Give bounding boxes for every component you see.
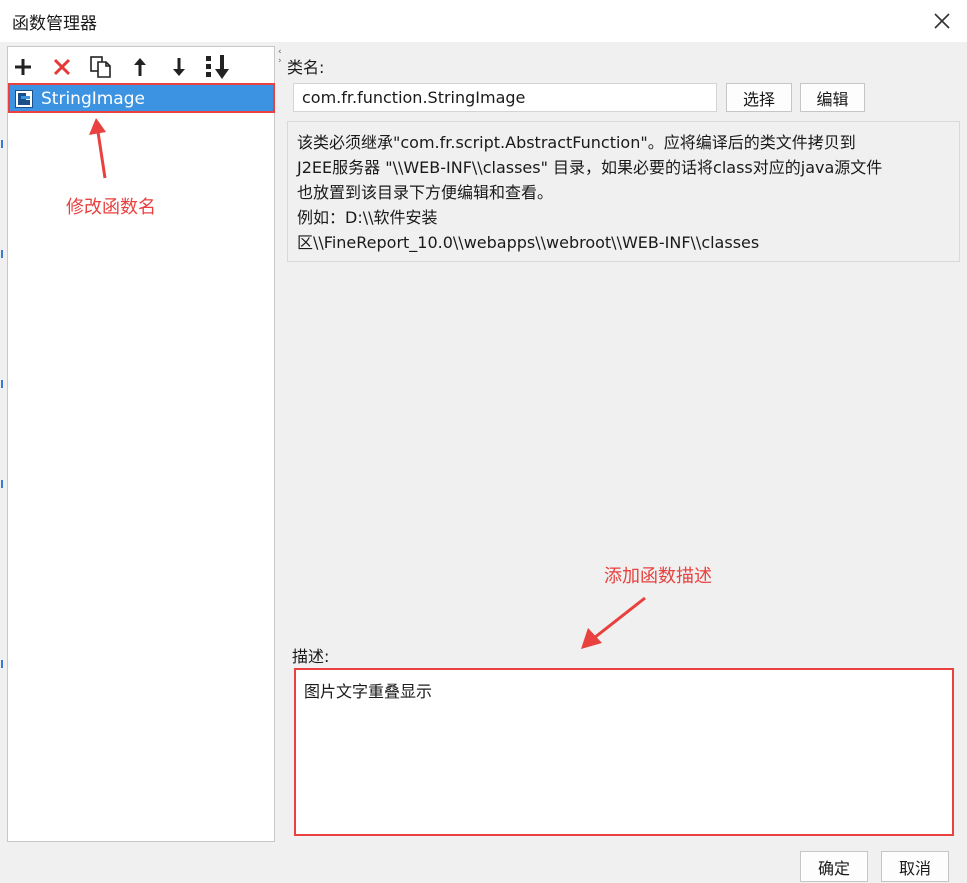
info-line: J2EE服务器 "\\WEB-INF\\classes" 目录，如果必要的话将c… <box>297 158 883 177</box>
tree-item-stringimage[interactable]: StringImage <box>10 85 274 112</box>
info-line: 该类必须继承"com.fr.script.AbstractFunction"。应… <box>297 133 856 152</box>
info-line: 区\\FineReport_10.0\\webapps\\webroot\\WE… <box>297 233 760 252</box>
move-up-button[interactable] <box>125 53 155 81</box>
sort-button[interactable] <box>203 53 233 81</box>
info-line: 例如：D:\\软件安装 <box>297 208 438 227</box>
delete-icon <box>53 58 71 76</box>
cancel-button[interactable]: 取消 <box>881 851 949 882</box>
info-line: 也放置到该目录下方便编辑和查看。 <box>297 183 554 202</box>
description-textarea[interactable]: 图片文字重叠显示 <box>294 668 954 836</box>
class-name-value: com.fr.function.StringImage <box>302 88 526 107</box>
title-bar: 函数管理器 <box>0 0 967 42</box>
select-class-button[interactable]: 选择 <box>726 83 792 112</box>
copy-function-button[interactable] <box>86 53 116 81</box>
ok-button[interactable]: 确定 <box>800 851 868 882</box>
window-title: 函数管理器 <box>12 14 97 34</box>
delete-function-button[interactable] <box>47 53 77 81</box>
annotation-add-description: 添加函数描述 <box>604 566 712 587</box>
annotation-rename: 修改函数名 <box>66 197 156 218</box>
class-info-text: 该类必须继承"com.fr.script.AbstractFunction"。应… <box>287 121 960 262</box>
function-list-panel <box>7 46 275 842</box>
sort-icon <box>206 55 229 79</box>
description-label: 描述: <box>292 647 330 666</box>
splitter-grip-icon: ‹ › <box>278 47 282 66</box>
close-icon <box>934 13 950 29</box>
tree-item-label: StringImage <box>41 88 145 109</box>
arrow-down-icon <box>173 58 185 76</box>
panel-splitter[interactable]: ‹ › <box>276 46 284 842</box>
function-file-icon <box>15 89 33 108</box>
add-function-button[interactable] <box>8 53 38 81</box>
plus-icon <box>15 59 31 75</box>
function-toolbar <box>8 52 242 82</box>
arrow-up-icon <box>134 58 146 76</box>
class-name-label: 类名: <box>287 58 325 77</box>
class-name-input[interactable]: com.fr.function.StringImage <box>293 83 717 112</box>
move-down-button[interactable] <box>164 53 194 81</box>
close-button[interactable] <box>927 6 957 36</box>
edit-class-button[interactable]: 编辑 <box>800 83 865 112</box>
copy-icon <box>90 56 111 78</box>
left-edge-marks <box>0 100 5 680</box>
description-value: 图片文字重叠显示 <box>304 682 433 701</box>
